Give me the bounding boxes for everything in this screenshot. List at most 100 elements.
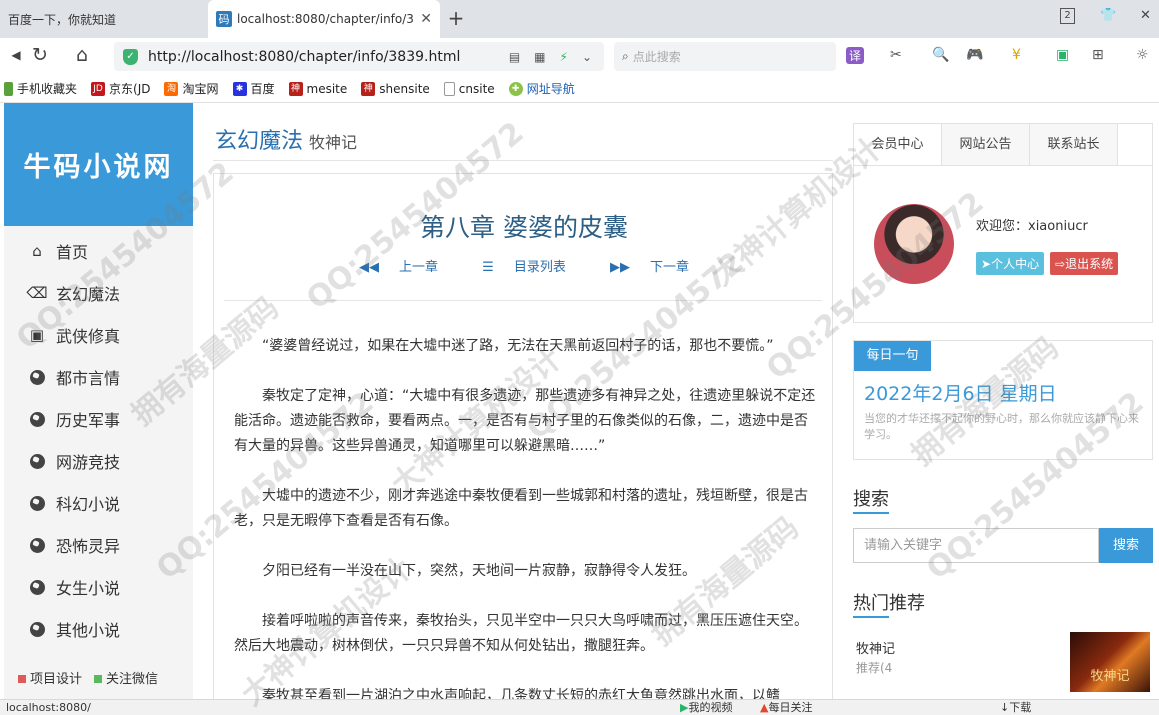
daily-focus[interactable]: ▲每日关注 bbox=[760, 700, 812, 715]
prev-chapter-link[interactable]: ◀◀ 上一章 bbox=[349, 260, 448, 275]
sidebar-item-home[interactable]: ⌂ 首页 bbox=[4, 230, 193, 272]
hot-heading: 热门推荐 bbox=[853, 593, 925, 614]
chapter-list-link[interactable]: ☰ 目录列表 bbox=[472, 260, 576, 275]
download-icon: ↓ bbox=[1000, 701, 1010, 714]
sidebar-item-other[interactable]: 其他小说 bbox=[4, 608, 193, 650]
divider bbox=[224, 300, 822, 301]
category-heading: 玄幻魔法 牧神记 bbox=[215, 123, 357, 155]
globe-icon bbox=[28, 368, 46, 386]
page-icon bbox=[443, 81, 455, 96]
project-design-link[interactable]: 项目设计 bbox=[18, 668, 82, 687]
paragraph: 秦牧定了定神，心道：“大墟中有很多遗迹，那些遗迹多有神异之处，往遗迹里躲说不定还… bbox=[234, 388, 816, 454]
book-icon[interactable]: ▣ bbox=[1056, 47, 1069, 63]
sidebar: 牛码小说网 ⌂ 首页 ⌫ 玄幻魔法 ▣ 武侠修真 都市言情 历史军事 网游竞技 科幻小… bbox=[4, 103, 193, 699]
status-url: localhost:8080/ bbox=[6, 701, 91, 714]
hot-book-name[interactable]: 牧神记 bbox=[856, 638, 895, 657]
lightning-icon[interactable]: ⚡ bbox=[560, 50, 568, 64]
window-close-icon[interactable]: ✕ bbox=[1140, 8, 1151, 23]
search-button[interactable]: 搜索 bbox=[1099, 528, 1153, 563]
scissors-icon[interactable]: ✂ bbox=[890, 47, 902, 63]
chapter-article: 第八章 婆婆的皮囊 ◀◀ 上一章 ☰ 目录列表 ▶▶ 下一章 “婆婆曾经说过，如果在大… bbox=[213, 173, 833, 699]
backward-icon: ◀◀ bbox=[359, 260, 379, 275]
bookmark-item[interactable]: 神 shensite bbox=[361, 81, 430, 96]
coin-icon[interactable]: ¥ bbox=[1012, 47, 1021, 63]
chapter-nav: ◀◀ 上一章 ☰ 目录列表 ▶▶ 下一章 bbox=[214, 256, 834, 275]
gamepad-icon[interactable]: 🎮 bbox=[966, 47, 983, 63]
site-search: 请输入关键字 搜索 bbox=[853, 528, 1153, 563]
close-icon[interactable]: ✕ bbox=[420, 11, 432, 27]
paragraph: 秦牧甚至看到一片湖泊之中水声响起，几条数丈长短的赤红大鱼竟然跳出水面，以鳍 bbox=[262, 688, 780, 699]
tab-announcements[interactable]: 网站公告 bbox=[942, 124, 1030, 166]
hot-book-cover[interactable]: 牧神记 bbox=[1070, 632, 1150, 692]
member-panel: 欢迎您：xiaoniucr ➤个人中心 ⇨退出系统 bbox=[853, 165, 1153, 323]
logout-button[interactable]: ⇨退出系统 bbox=[1050, 252, 1119, 275]
site-logo[interactable]: 牛码小说网 bbox=[4, 103, 193, 226]
sidebar-item-wuxia[interactable]: ▣ 武侠修真 bbox=[4, 314, 193, 356]
qr-icon[interactable]: ▦ bbox=[534, 50, 545, 64]
sidebar-item-fantasy[interactable]: ⌫ 玄幻魔法 bbox=[4, 272, 193, 314]
profile-button[interactable]: ➤个人中心 bbox=[976, 252, 1045, 275]
reader-icon[interactable]: ▤ bbox=[509, 50, 520, 64]
address-bar[interactable]: ✓ http://localhost:8080/chapter/info/383… bbox=[114, 42, 604, 71]
bookmark-item[interactable]: 手机收藏夹 bbox=[4, 80, 77, 97]
follow-wechat-link[interactable]: 关注微信 bbox=[94, 668, 158, 687]
hot-book-recommend: 推荐(4 bbox=[856, 661, 893, 675]
paragraph: 大墟中的遗迹不少，刚才奔逃途中秦牧便看到一些城郭和村落的遗址，残垣断壁，很是古老… bbox=[234, 488, 808, 529]
apps-grid-icon[interactable]: ⊞ bbox=[1092, 47, 1104, 63]
tab-label: localhost:8080/chapter/info/3 bbox=[237, 12, 414, 26]
chevron-down-icon[interactable]: ⌄ bbox=[582, 50, 592, 64]
tab-count-badge[interactable]: 2 bbox=[1060, 8, 1075, 24]
magnifier-icon[interactable]: 🔍 bbox=[932, 47, 949, 63]
tab-localhost[interactable]: 码 localhost:8080/chapter/info/3 ✕ bbox=[208, 0, 440, 38]
translate-icon[interactable]: 译 bbox=[846, 47, 865, 64]
paragraph: “婆婆曾经说过，如果在大墟中迷了路，无法在天黑前返回村子的话，那也不要慌。” bbox=[262, 338, 774, 354]
daily-date: 2022年2月6日 星期日 bbox=[864, 383, 1057, 405]
globe-icon bbox=[28, 620, 46, 638]
bookmark-item[interactable]: 淘淘宝网 bbox=[164, 80, 219, 97]
sun-icon[interactable]: ☼ bbox=[1136, 47, 1149, 63]
my-videos[interactable]: ▶我的视频 bbox=[680, 700, 732, 715]
baidu-paw-icon: ✱ bbox=[232, 81, 247, 96]
sidebar-item-scifi[interactable]: 科幻小说 bbox=[4, 482, 193, 524]
category-name[interactable]: 玄幻魔法 bbox=[215, 129, 303, 154]
sidebar-item-horror[interactable]: 恐怖灵异 bbox=[4, 524, 193, 566]
home-icon[interactable]: ⌂ bbox=[70, 44, 94, 66]
globe-icon bbox=[28, 452, 46, 470]
url-text[interactable]: http://localhost:8080/chapter/info/3839.… bbox=[148, 49, 509, 65]
reload-icon[interactable]: ↻ bbox=[28, 44, 52, 66]
book-name[interactable]: 牧神记 bbox=[309, 133, 357, 152]
welcome-text: 欢迎您：xiaoniucr bbox=[976, 219, 1088, 234]
bookmark-item[interactable]: ✚ 网址导航 bbox=[508, 80, 575, 97]
tab-baidu[interactable]: 百度一下，你就知道 bbox=[0, 0, 206, 38]
bookmarks-bar: 手机收藏夹 JD 京东(JD 淘淘宝网 ✱ 百度 神 mesite 神 shensite… bbox=[0, 75, 1159, 103]
search-icon: ⌕ bbox=[622, 49, 629, 63]
back-icon[interactable]: ◀ bbox=[4, 48, 28, 62]
search-input[interactable]: ⌕ 点此搜索 bbox=[614, 42, 836, 71]
shirt-icon[interactable]: 👕 bbox=[1100, 8, 1116, 23]
bookmark-item[interactable]: ✱ 百度 bbox=[232, 80, 275, 97]
tab-contact[interactable]: 联系站长 bbox=[1030, 124, 1118, 166]
tab-member-center[interactable]: 会员中心 bbox=[854, 124, 942, 166]
nav-icon: ✚ bbox=[508, 81, 523, 96]
bookmark-item[interactable]: cnsite bbox=[443, 81, 495, 96]
bookmark-item[interactable]: 神 mesite bbox=[288, 81, 347, 96]
sidebar-item-gaming[interactable]: 网游竞技 bbox=[4, 440, 193, 482]
list-icon: ☰ bbox=[482, 260, 494, 275]
eraser-icon: ⌫ bbox=[26, 284, 48, 302]
search-placeholder: 点此搜索 bbox=[632, 50, 681, 64]
sidebar-item-history[interactable]: 历史军事 bbox=[4, 398, 193, 440]
taobao-icon: 淘 bbox=[164, 81, 179, 96]
heading-underline bbox=[853, 512, 889, 514]
heading-underline bbox=[853, 616, 889, 618]
divider bbox=[213, 160, 833, 161]
forward-icon: ▶▶ bbox=[609, 260, 630, 275]
sidebar-item-urban[interactable]: 都市言情 bbox=[4, 356, 193, 398]
next-chapter-link[interactable]: ▶▶ 下一章 bbox=[600, 260, 699, 275]
download-link[interactable]: ↓下载 bbox=[1000, 700, 1031, 715]
keyword-input[interactable]: 请输入关键字 bbox=[853, 528, 1099, 563]
chapter-body: “婆婆曾经说过，如果在大墟中迷了路，无法在天黑前返回村子的话，那也不要慌。” 秦… bbox=[234, 334, 816, 699]
new-tab-icon[interactable]: + bbox=[445, 6, 467, 30]
sidebar-item-female[interactable]: 女生小说 bbox=[4, 566, 193, 608]
bookmark-item[interactable]: JD 京东(JD bbox=[91, 80, 150, 97]
browser-tab-bar: 百度一下，你就知道 码 localhost:8080/chapter/info/… bbox=[0, 0, 1159, 38]
